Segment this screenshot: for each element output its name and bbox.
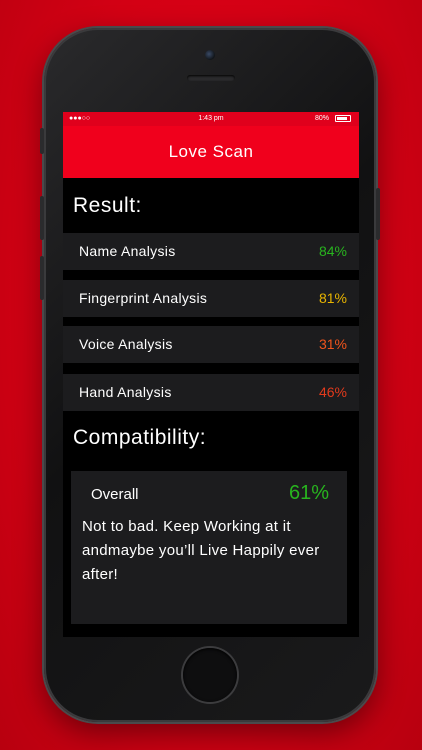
compatibility-heading: Compatibility: bbox=[73, 426, 207, 449]
result-row-hand: Hand Analysis 46% bbox=[63, 374, 359, 411]
result-label: Name Analysis bbox=[79, 243, 176, 259]
battery-icon bbox=[335, 115, 351, 122]
nav-title: Love Scan bbox=[168, 142, 254, 161]
compatibility-card: Overall 61% Not to bad. Keep Working at … bbox=[71, 471, 347, 624]
app-screen: ●●●○○ 1:43 pm 80% Love Scan Result: Name… bbox=[63, 112, 359, 637]
result-label: Hand Analysis bbox=[79, 384, 172, 400]
nav-bar: Love Scan bbox=[63, 126, 359, 178]
home-button[interactable] bbox=[183, 648, 237, 702]
volume-up-button bbox=[40, 196, 44, 240]
result-value: 84% bbox=[318, 243, 347, 259]
result-value: 81% bbox=[318, 290, 347, 306]
compatibility-message: Not to bad. Keep Working at it andmaybe … bbox=[82, 518, 320, 583]
front-camera bbox=[205, 50, 215, 60]
result-row-fingerprint: Fingerprint Analysis 81% bbox=[63, 280, 359, 317]
result-row-voice: Voice Analysis 31% bbox=[63, 326, 359, 363]
result-heading: Result: bbox=[73, 194, 142, 217]
status-bar: ●●●○○ 1:43 pm 80% bbox=[63, 112, 359, 126]
result-value: 46% bbox=[318, 384, 347, 400]
power-button bbox=[376, 188, 380, 240]
result-label: Voice Analysis bbox=[79, 336, 173, 352]
mute-switch bbox=[40, 128, 44, 154]
result-row-name: Name Analysis 84% bbox=[63, 233, 359, 270]
overall-value: 61% bbox=[288, 482, 329, 504]
volume-down-button bbox=[40, 256, 44, 300]
overall-label: Overall bbox=[91, 486, 139, 503]
result-value: 31% bbox=[318, 336, 347, 352]
battery-percent: 80% bbox=[314, 115, 329, 122]
result-label: Fingerprint Analysis bbox=[79, 290, 208, 306]
earpiece-speaker bbox=[187, 75, 235, 81]
